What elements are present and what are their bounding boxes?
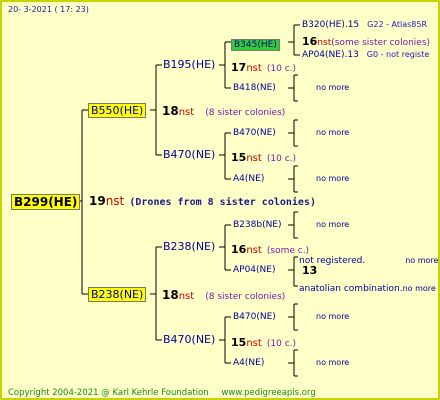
no-more-label: no more [316,312,350,321]
gen3-node-1-label: B345(HE) [231,39,280,51]
gen2-node-4[interactable]: B470(NE) [163,333,215,347]
gen1-father-note: (8 sister colonies) [205,108,286,118]
gen3-node-1[interactable]: B345(HE) [231,35,280,52]
gen1-mother-unit: nst [178,291,195,302]
gen1-father-label: B550(HE) [88,103,147,118]
gen1-father[interactable]: B550(HE) [88,102,147,118]
gen4-b345-mother-label: AP04(NE).13 [302,50,359,60]
pedigree-diagram: 20- 3-2021 ( 17: 23) B299(HE) 19nst (Dro… [0,0,440,400]
gen2-node-2[interactable]: B470(NE) [163,148,215,162]
gen4-ap04-mother-label: anatolian combination. [299,284,403,294]
no-more-label: no more [316,220,350,229]
gen1-mother-label: B238(NE) [88,287,147,302]
gen2-node-1-unit: nst [246,63,262,74]
gen2-node-4-unit: nst [246,338,262,349]
gen4-ap04-father: not registered. no more [299,251,438,268]
gen4-b345-mother-extra: G0 - not registe [366,50,430,59]
gen4-b345-father-extra: G22 - Atlas85R [367,20,428,29]
gen4-ap04-mother: anatolian combination.no more [299,279,436,296]
gen2-node-4-note: (10 c.) [266,339,297,349]
gen1-father-count: 18 [162,104,179,118]
gen2-node-4-info: 15nst (10 c.) [231,334,296,351]
gen2-node-2-unit: nst [246,153,262,164]
gen3-node-5[interactable]: B238b(NE) [233,218,282,232]
root-count: 19 [89,194,106,208]
root-info: 19nst (Drones from 8 sister colonies) [89,193,316,210]
gen2-node-4-count: 15 [231,336,247,349]
no-more-label: no more [316,128,350,137]
footer-link[interactable]: www.pedigreeapis.org [221,388,315,398]
gen1-mother-count: 18 [162,288,179,302]
gen2-node-3-info: 16nst (some c.) [231,241,309,258]
gen2-node-3-unit: nst [246,245,262,256]
gen4-b345-note: (some sister colonies) [331,38,431,48]
gen1-mother-note: (8 sister colonies) [205,292,286,302]
gen2-node-1-count: 17 [231,61,247,74]
copyright-text: Copyright 2004-2021 @ Karl Kehrle Founda… [8,388,209,398]
gen4-b345-father-label: B320(HE).15 [302,20,360,30]
gen1-father-info: 18nst (8 sister colonies) [162,103,285,120]
no-more-label: no more [316,358,350,367]
gen4-ap04-mother-extra: no more [402,284,436,293]
gen4-b345-count: 16 [302,35,318,48]
gen2-node-3-count: 16 [231,243,247,256]
gen2-node-2-note: (10 c.) [266,154,297,164]
gen3-node-3[interactable]: B470(NE) [233,126,276,140]
gen4-b345-mother[interactable]: AP04(NE).13 G0 - not registe [302,48,429,62]
gen2-node-1-info: 17nst (10 c.) [231,59,296,76]
copyright-footer: Copyright 2004-2021 @ Karl Kehrle Founda… [8,386,316,398]
gen1-father-unit: nst [178,107,195,118]
gen4-b345-unit: nst [317,38,332,48]
gen4-ap04-count: 13 [302,264,318,277]
no-more-label: no more [316,174,350,183]
gen1-mother-info: 18nst (8 sister colonies) [162,287,285,304]
date-stamp: 20- 3-2021 ( 17: 23) [8,5,89,14]
gen2-node-2-info: 15nst (10 c.) [231,149,296,166]
gen2-node-3[interactable]: B238(NE) [163,240,215,254]
gen2-node-2-count: 15 [231,151,247,164]
gen2-node-1-note: (10 c.) [266,64,297,74]
root-queen-label: B299(HE) [11,194,81,210]
root-unit: nst [105,194,125,208]
gen3-node-6[interactable]: AP04(NE) [233,263,275,277]
root-queen[interactable]: B299(HE) [11,194,81,210]
gen3-node-4[interactable]: A4(NE) [233,172,264,186]
gen4-ap04-father-no-more: no more [405,256,439,265]
gen1-mother[interactable]: B238(NE) [88,286,147,302]
gen3-node-7[interactable]: B470(NE) [233,310,276,324]
gen2-node-1[interactable]: B195(HE) [163,58,215,72]
gen4-b345-father[interactable]: B320(HE).15 G22 - Atlas85R [302,18,427,32]
no-more-label: no more [316,83,350,92]
root-note: (Drones from 8 sister colonies) [129,197,316,208]
gen3-node-2[interactable]: B418(NE) [233,81,276,95]
gen3-node-8[interactable]: A4(NE) [233,356,264,370]
